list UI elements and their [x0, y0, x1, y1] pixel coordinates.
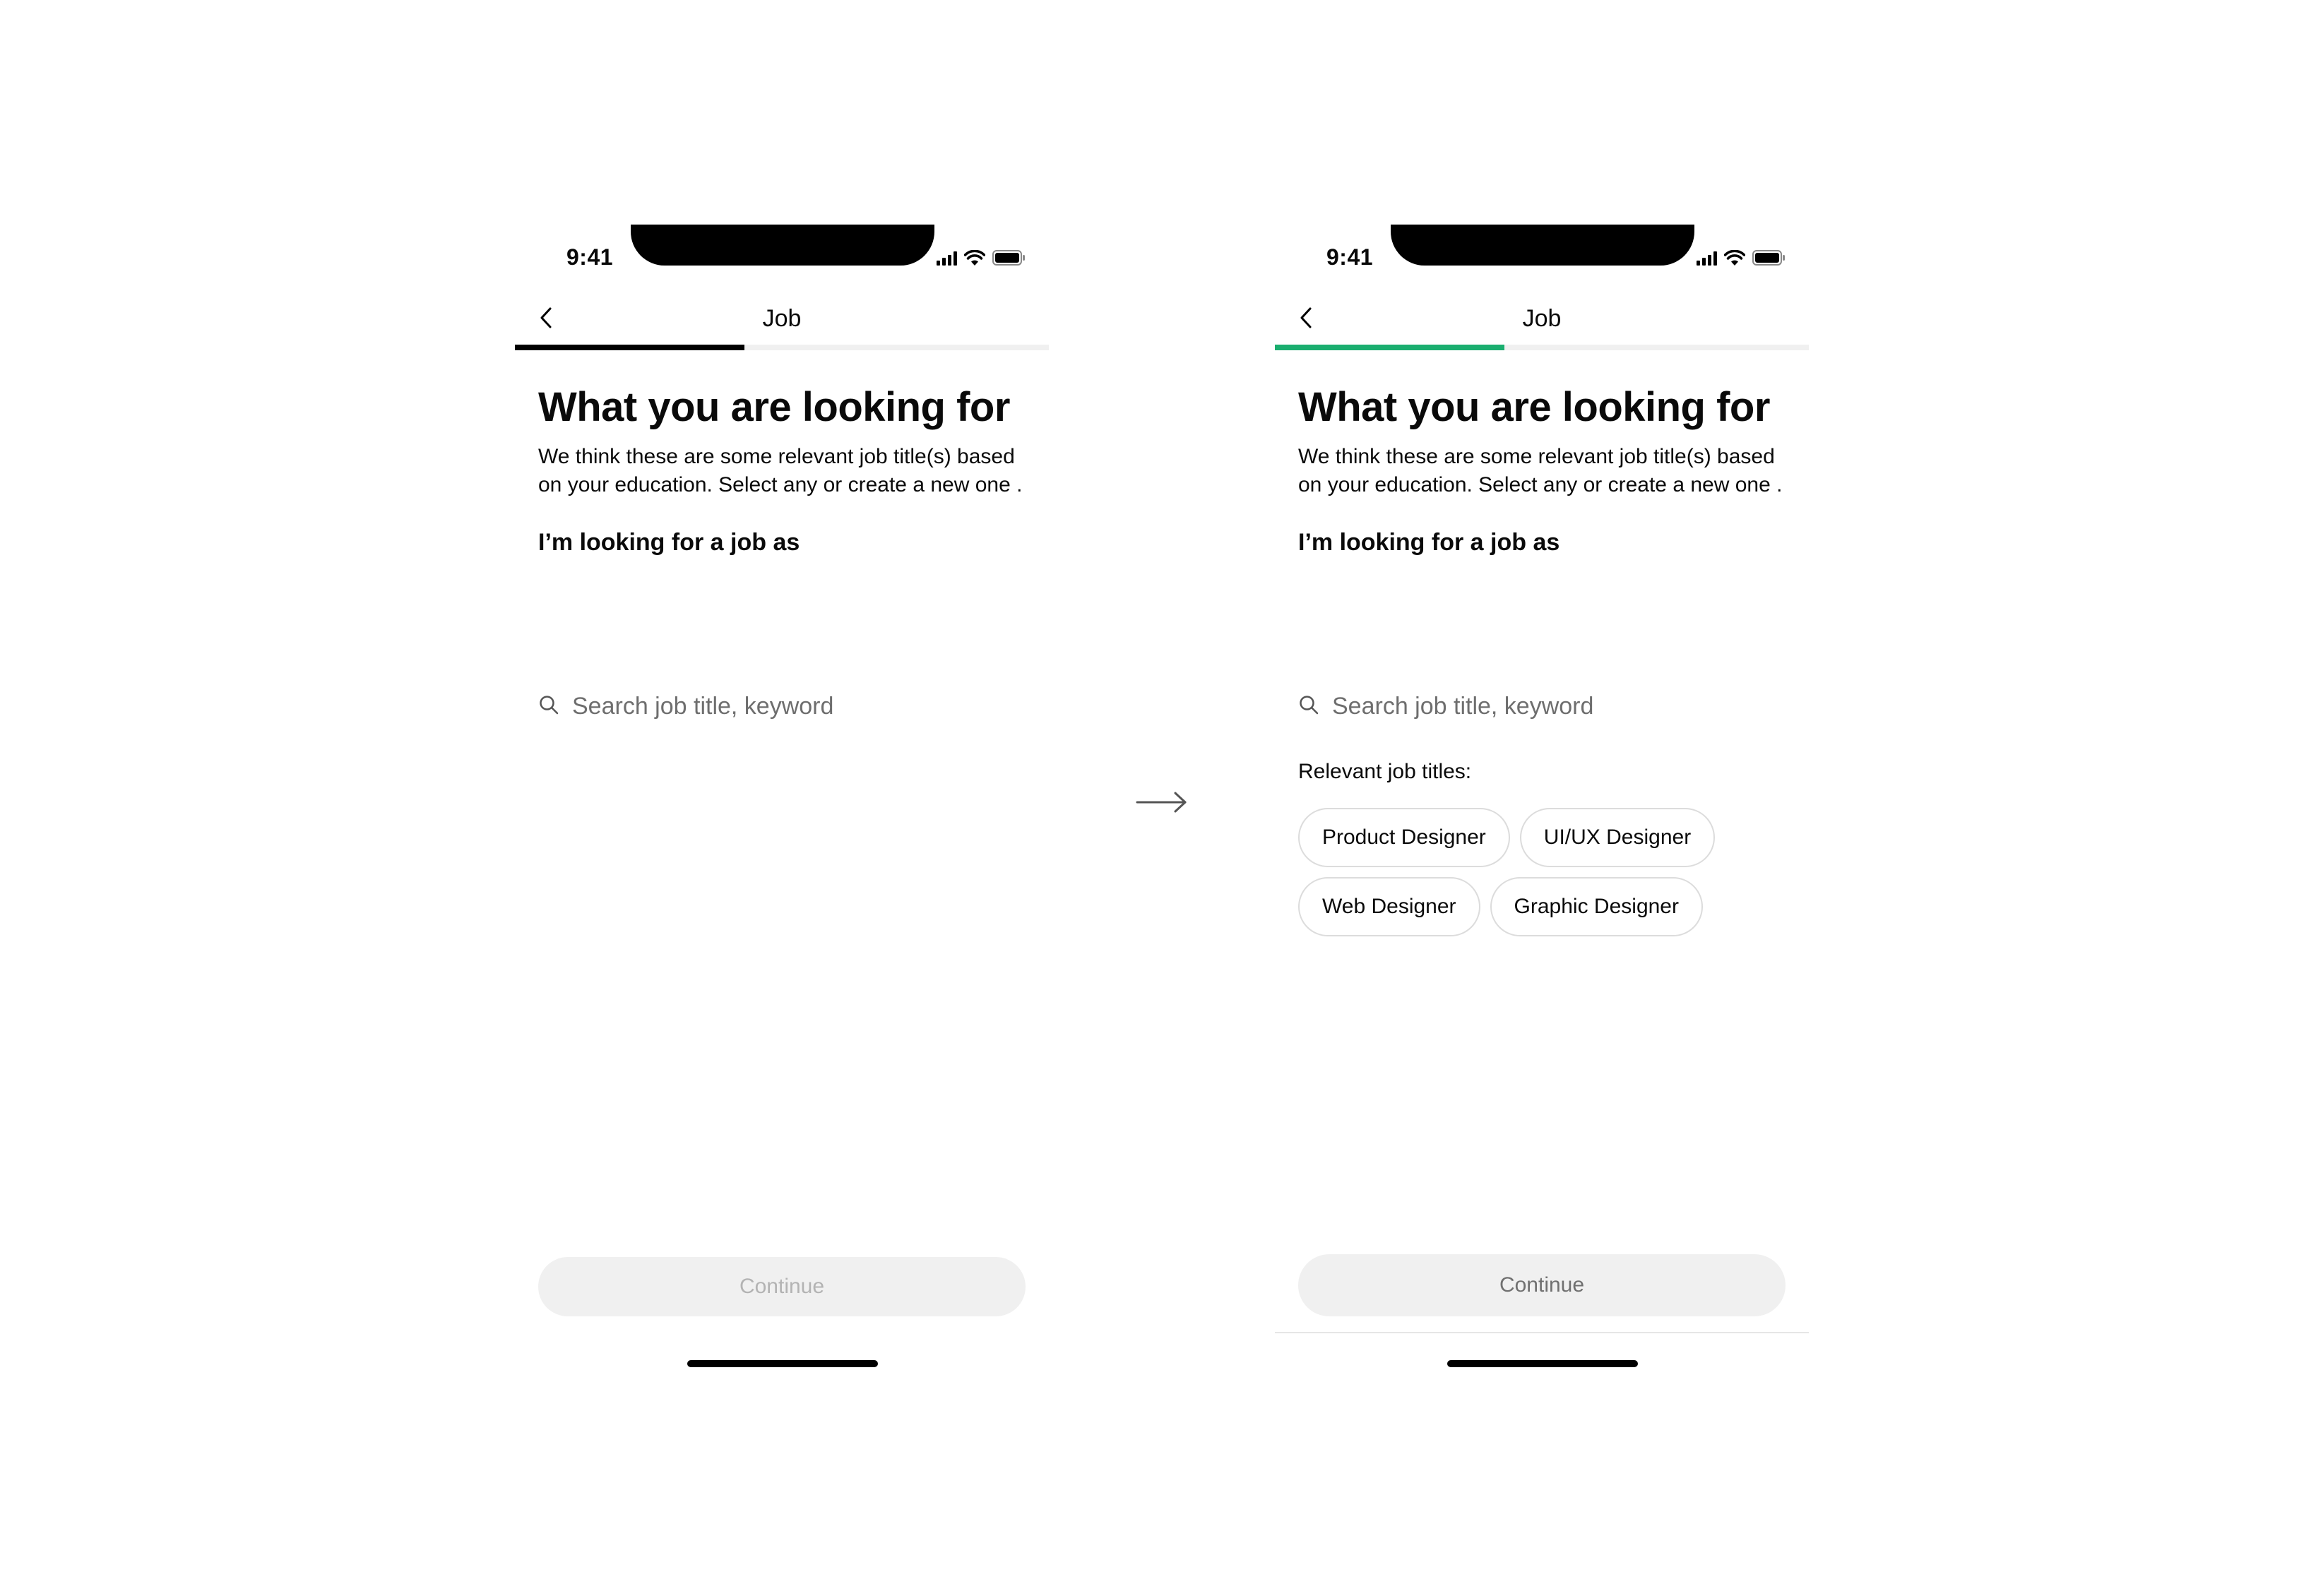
section-label: I’m looking for a job as [538, 528, 800, 556]
nav-title: Job [762, 305, 802, 332]
home-indicator [687, 1360, 878, 1367]
progress-bar [1275, 345, 1809, 350]
status-time: 9:41 [1326, 244, 1374, 270]
search-placeholder: Search job title, keyword [1332, 692, 1594, 720]
bottom-divider [1275, 1332, 1809, 1333]
home-indicator [1447, 1360, 1638, 1367]
main-content: What you are looking for We think these … [538, 384, 1026, 556]
phone-screen-after: 9:41 Job What you are looking for We thi… [1275, 225, 1809, 1383]
status-bar: 9:41 [515, 225, 1049, 285]
cellular-signal-icon [937, 250, 957, 266]
page-title: What you are looking for [1298, 384, 1770, 430]
device-notch [1391, 225, 1694, 266]
search-icon [1298, 694, 1319, 719]
progress-fill [1275, 345, 1505, 350]
page-description: We think these are some relevant job tit… [1298, 444, 1783, 496]
battery-icon [992, 250, 1025, 266]
search-input[interactable]: Search job title, keyword [1298, 689, 1593, 723]
arrow-right-icon [1136, 788, 1188, 816]
section-label: I’m looking for a job as [1298, 528, 1560, 556]
search-placeholder: Search job title, keyword [572, 692, 834, 720]
wifi-icon [1724, 250, 1745, 266]
main-content: What you are looking for We think these … [1298, 384, 1786, 556]
continue-button[interactable]: Continue [538, 1257, 1026, 1316]
wifi-icon [964, 250, 985, 266]
progress-fill [515, 345, 745, 350]
relevant-titles-label: Relevant job titles: [1298, 760, 1472, 783]
search-icon [538, 694, 559, 719]
page-title: What you are looking for [538, 384, 1010, 430]
search-input[interactable]: Search job title, keyword [538, 689, 833, 723]
status-icons [1697, 249, 1785, 267]
job-title-chips: Product Designer UI/UX Designer Web Desi… [1298, 808, 1786, 936]
job-chip-graphic-designer[interactable]: Graphic Designer [1490, 877, 1703, 936]
status-bar: 9:41 [1275, 225, 1809, 285]
page-description: We think these are some relevant job tit… [538, 444, 1023, 496]
device-notch [631, 225, 934, 266]
progress-bar [515, 345, 1049, 350]
cellular-signal-icon [1697, 250, 1717, 266]
battery-icon [1752, 250, 1785, 266]
continue-button[interactable]: Continue [1298, 1254, 1786, 1316]
phone-screen-before: 9:41 Job What you are looking for We thi… [515, 225, 1049, 1383]
status-time: 9:41 [566, 244, 614, 270]
nav-title: Job [1522, 305, 1562, 332]
job-chip-product-designer[interactable]: Product Designer [1298, 808, 1510, 867]
status-icons [937, 249, 1025, 267]
job-chip-web-designer[interactable]: Web Designer [1298, 877, 1480, 936]
job-chip-ui-ux-designer[interactable]: UI/UX Designer [1519, 808, 1716, 867]
